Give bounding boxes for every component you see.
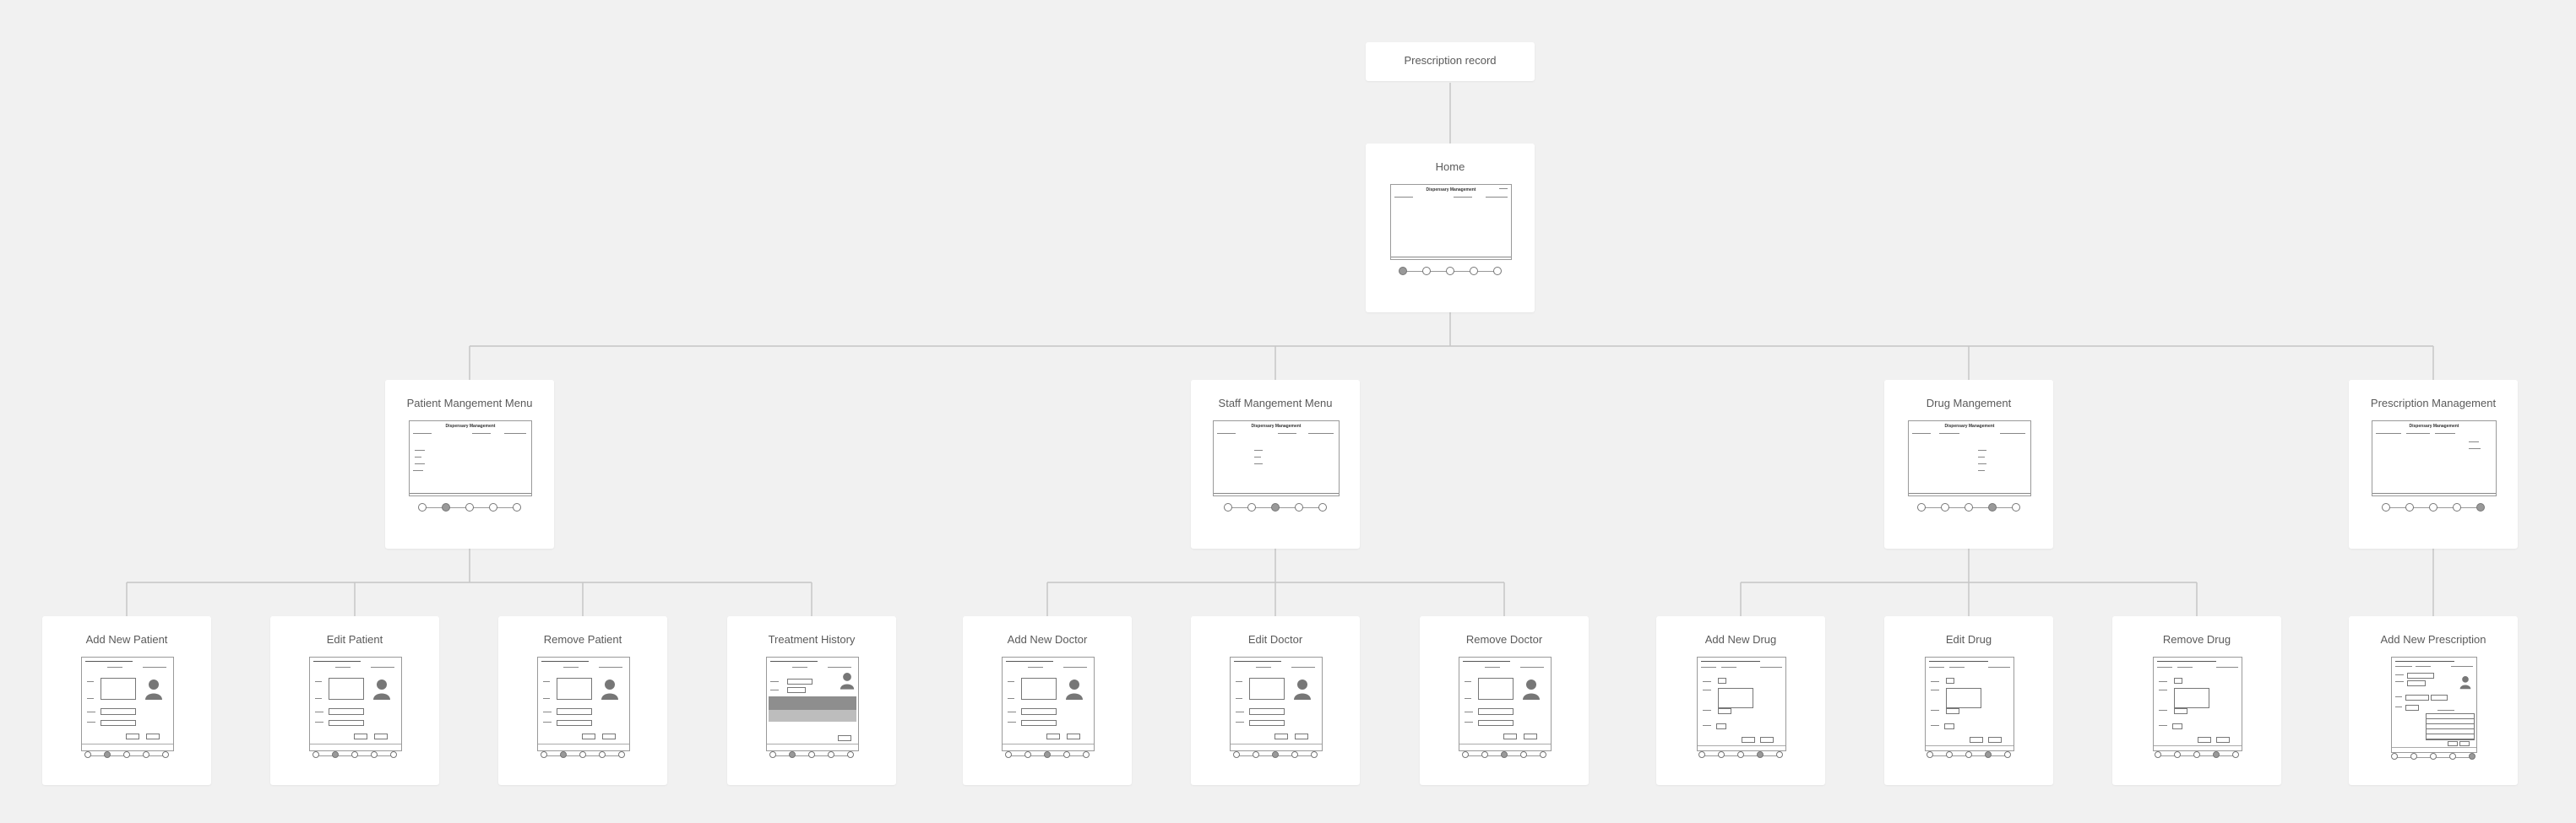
thumbnail-tab [1499, 188, 1508, 189]
nav-dot [1493, 267, 1502, 275]
drug-menu-thumbnail: Dispensary Management [1908, 420, 2031, 496]
node-label: Remove Patient [543, 633, 622, 646]
node-label: Add New Patient [85, 633, 168, 646]
node-label: Staff Mangement Menu [1218, 397, 1333, 409]
node-patient-menu[interactable]: Patient Mangement Menu Dispensary Manage… [385, 380, 554, 549]
person-placeholder-icon [1066, 680, 1083, 700]
node-drug-menu[interactable]: Drug Mangement Dispensary Management [1884, 380, 2053, 549]
screen-nav-dots [1233, 751, 1318, 760]
screen-nav-dots [1462, 751, 1546, 760]
person-placeholder-icon [1523, 680, 1540, 700]
node-add-prescription[interactable]: Add New Prescription [2349, 616, 2518, 785]
add-patient-thumbnail [81, 657, 174, 751]
node-edit-doctor[interactable]: Edit Doctor [1191, 616, 1360, 785]
node-label: Edit Patient [326, 633, 383, 646]
person-placeholder-icon [840, 673, 855, 690]
node-edit-drug[interactable]: Edit Drug [1884, 616, 2053, 785]
node-remove-patient[interactable]: Remove Patient [498, 616, 667, 785]
node-label: Edit Doctor [1247, 633, 1303, 646]
nav-dot [1470, 267, 1478, 275]
node-label: Prescription record [1404, 54, 1497, 67]
edit-doctor-thumbnail [1230, 657, 1323, 751]
screen-nav-dots [1224, 503, 1327, 512]
add-doctor-thumbnail [1002, 657, 1095, 751]
node-label: Add New Drug [1704, 633, 1777, 646]
node-label: Add New Doctor [1007, 633, 1088, 646]
node-label: Treatment History [768, 633, 856, 646]
screen-nav-dots [84, 751, 169, 760]
thumbnail-tab [1394, 197, 1413, 198]
thumbnail-title: Dispensary Management [1426, 187, 1476, 192]
screen-nav-dots [1927, 751, 2011, 760]
person-placeholder-icon [1294, 680, 1311, 700]
node-remove-drug[interactable]: Remove Drug [2112, 616, 2281, 785]
treatment-history-thumbnail [766, 657, 859, 751]
node-prescription-menu[interactable]: Prescription Management Dispensary Manag… [2349, 380, 2518, 549]
thumbnail-tab [1454, 197, 1472, 198]
thumbnail-tab [1486, 197, 1508, 198]
node-home[interactable]: Home Dispensary Management [1366, 143, 1535, 312]
edit-drug-thumbnail [1925, 657, 2014, 751]
screen-nav-dots [312, 751, 397, 760]
staff-menu-thumbnail: Dispensary Management [1213, 420, 1340, 496]
person-placeholder-icon [145, 680, 162, 700]
remove-patient-thumbnail [537, 657, 630, 751]
node-label: Home [1435, 160, 1465, 173]
thumbnail-title: Dispensary Management [445, 424, 496, 429]
person-placeholder-icon [601, 680, 618, 700]
home-screen-thumbnail: Dispensary Management [1390, 184, 1512, 260]
node-add-drug[interactable]: Add New Drug [1656, 616, 1825, 785]
remove-drug-thumbnail [2153, 657, 2242, 751]
node-label: Prescription Management [2370, 397, 2497, 409]
history-table-row [769, 710, 856, 722]
node-label: Drug Mangement [1926, 397, 2012, 409]
node-edit-patient[interactable]: Edit Patient [270, 616, 439, 785]
thumbnail-title: Dispensary Management [1251, 424, 1302, 429]
person-placeholder-icon [2459, 676, 2471, 690]
site-map-diagram: Prescription record Home Dispensary Mana… [0, 0, 2576, 823]
screen-nav-dots [769, 751, 854, 760]
screen-nav-dots [1917, 503, 2020, 512]
edit-patient-thumbnail [309, 657, 402, 751]
prescription-menu-thumbnail: Dispensary Management [2372, 420, 2497, 496]
remove-doctor-thumbnail [1459, 657, 1552, 751]
screen-nav-dots [2391, 753, 2475, 761]
thumbnail-title: Dispensary Management [2409, 424, 2459, 429]
nav-dot [1422, 267, 1431, 275]
node-remove-doctor[interactable]: Remove Doctor [1420, 616, 1589, 785]
node-staff-menu[interactable]: Staff Mangement Menu Dispensary Manageme… [1191, 380, 1360, 549]
node-prescription-record[interactable]: Prescription record [1366, 42, 1535, 81]
nav-dot [1446, 267, 1454, 275]
node-label: Remove Drug [2162, 633, 2231, 646]
add-drug-thumbnail [1697, 657, 1786, 751]
screen-nav-dots [1399, 267, 1502, 275]
screen-nav-dots [2382, 503, 2485, 512]
node-label: Edit Drug [1945, 633, 1992, 646]
patient-menu-thumbnail: Dispensary Management [409, 420, 532, 496]
node-label: Patient Mangement Menu [406, 397, 533, 409]
screen-nav-dots [1698, 751, 1783, 760]
add-prescription-thumbnail [2391, 657, 2477, 753]
screen-nav-dots [1005, 751, 1090, 760]
node-add-doctor[interactable]: Add New Doctor [963, 616, 1132, 785]
person-placeholder-icon [373, 680, 390, 700]
node-treatment-history[interactable]: Treatment History [727, 616, 896, 785]
screen-nav-dots [2155, 751, 2239, 760]
node-label: Remove Doctor [1465, 633, 1543, 646]
screen-nav-dots [541, 751, 625, 760]
thumbnail-title: Dispensary Management [1944, 424, 1995, 429]
history-table-header [769, 696, 856, 710]
nav-dot [1399, 267, 1407, 275]
prescription-items-table [2426, 713, 2475, 740]
screen-nav-dots [418, 503, 521, 512]
node-label: Add New Prescription [2380, 633, 2486, 646]
node-add-patient[interactable]: Add New Patient [42, 616, 211, 785]
